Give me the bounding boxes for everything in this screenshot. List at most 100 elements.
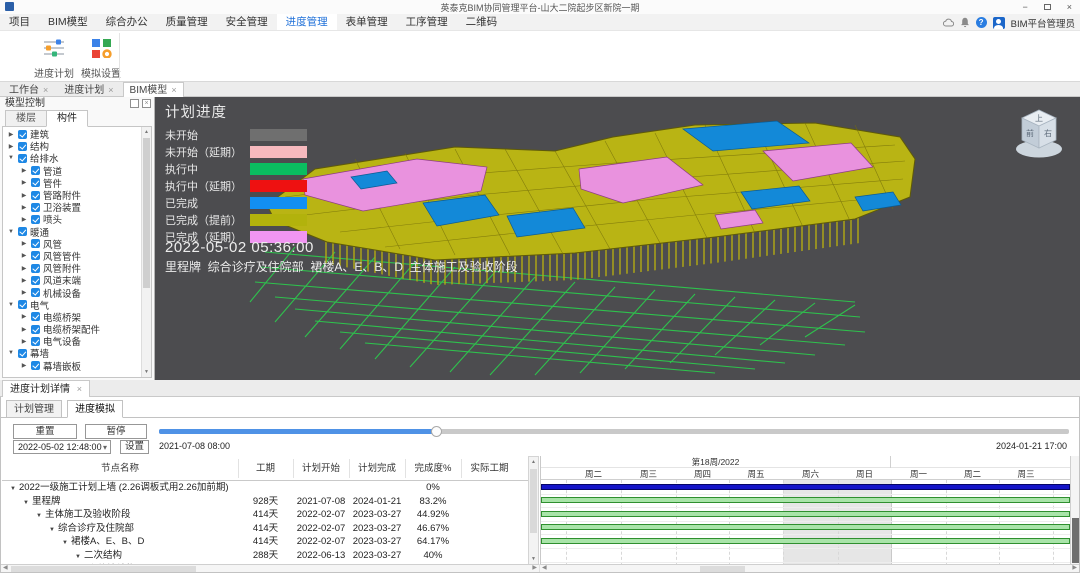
collapse-icon[interactable]: ▼: [49, 527, 55, 533]
scrollbar-thumb[interactable]: [11, 566, 196, 572]
menu-item[interactable]: BIM模型: [39, 14, 97, 30]
menu-item[interactable]: 进度管理: [277, 14, 337, 30]
scroll-left-icon[interactable]: ◀: [3, 565, 8, 572]
restore-panel-icon[interactable]: [130, 99, 139, 108]
close-window-icon[interactable]: ×: [1067, 2, 1072, 12]
tree-scrollbar[interactable]: ▲ ▼: [141, 127, 151, 377]
cube-face-right[interactable]: 右: [1044, 128, 1052, 138]
cube-face-top[interactable]: 上: [1035, 114, 1043, 123]
menu-item[interactable]: 安全管理: [217, 14, 277, 30]
collapse-icon[interactable]: ▼: [62, 540, 68, 546]
expand-icon[interactable]: ▶: [20, 167, 28, 174]
table-row[interactable]: ▼里程牌928天2021-07-082024-01-2183.2%: [2, 495, 528, 509]
collapse-icon[interactable]: ▼: [7, 155, 15, 161]
tree-node[interactable]: ▶幕墙嵌板: [3, 360, 141, 372]
expand-icon[interactable]: ▶: [20, 265, 28, 272]
checkbox-checked[interactable]: [31, 166, 40, 175]
scroll-up-icon[interactable]: ▲: [529, 457, 538, 467]
tree-node[interactable]: ▶建筑: [3, 128, 141, 140]
expand-icon[interactable]: ▶: [20, 362, 28, 369]
doc-tab[interactable]: BIM模型×: [123, 82, 184, 97]
scroll-right-icon[interactable]: ▶: [532, 565, 537, 572]
collapse-icon[interactable]: ▼: [7, 229, 15, 235]
minimize-icon[interactable]: −: [1022, 2, 1027, 12]
table-row[interactable]: ▼2022一级施工计划上墙 (2.26调板式用2.26加前期)0%: [2, 481, 528, 495]
tree-node[interactable]: ▶喷头: [3, 213, 141, 225]
tree-node[interactable]: ▶电气设备: [3, 335, 141, 347]
checkbox-checked[interactable]: [31, 276, 40, 285]
tree-node[interactable]: ▶结构: [3, 140, 141, 152]
collapse-icon[interactable]: ▼: [36, 513, 42, 519]
checkbox-checked[interactable]: [18, 300, 27, 309]
checkbox-checked[interactable]: [31, 215, 40, 224]
scroll-down-icon[interactable]: ▼: [529, 554, 538, 564]
checkbox-checked[interactable]: [31, 288, 40, 297]
doc-tab[interactable]: 进度计划×: [57, 82, 120, 97]
reset-button[interactable]: 重置: [13, 424, 77, 439]
checkbox-checked[interactable]: [18, 227, 27, 236]
tree-node[interactable]: ▶机械设备: [3, 286, 141, 298]
avatar[interactable]: [993, 17, 1005, 29]
user-name[interactable]: BIM平台管理员: [1011, 16, 1075, 30]
checkbox-checked[interactable]: [18, 130, 27, 139]
expand-icon[interactable]: ▶: [7, 131, 15, 138]
scrollbar-thumb[interactable]: [143, 138, 150, 288]
menu-item[interactable]: 二维码: [457, 14, 507, 30]
close-icon[interactable]: ×: [108, 85, 113, 95]
expand-icon[interactable]: ▶: [20, 277, 28, 284]
gantt-bar[interactable]: [541, 511, 1070, 517]
expand-icon[interactable]: ▶: [20, 204, 28, 211]
tab-progress-simulation[interactable]: 进度模拟: [67, 400, 123, 418]
checkbox-checked[interactable]: [31, 264, 40, 273]
gantt-bar[interactable]: [541, 538, 1070, 544]
help-icon[interactable]: ?: [976, 17, 987, 28]
tree-node[interactable]: ▶管道: [3, 165, 141, 177]
timeline-slider[interactable]: [159, 429, 1069, 434]
table-row[interactable]: ▼主体施工及验收阶段414天2022-02-072023-03-2744.92%: [2, 508, 528, 522]
schedule-detail-tab[interactable]: 进度计划详情 ×: [2, 380, 90, 397]
viewport-3d[interactable]: 计划进度 未开始未开始（延期）执行中执行中（延期）已完成已完成（提前）已完成（延…: [155, 97, 1080, 380]
table-row[interactable]: ▼综合诊疗及住院部414天2022-02-072023-03-2746.67%: [2, 522, 528, 536]
expand-icon[interactable]: ▶: [20, 192, 28, 199]
view-cube[interactable]: 上 前 右: [1010, 103, 1068, 161]
menu-item[interactable]: 表单管理: [337, 14, 397, 30]
scrollbar-thumb[interactable]: [1072, 518, 1079, 563]
collapse-icon[interactable]: ▼: [10, 486, 16, 492]
table-scrollbar[interactable]: ▲ ▼: [528, 456, 539, 565]
expand-icon[interactable]: ▶: [20, 313, 28, 320]
tree-node[interactable]: ▶卫浴装置: [3, 201, 141, 213]
checkbox-checked[interactable]: [31, 203, 40, 212]
checkbox-checked[interactable]: [31, 191, 40, 200]
menu-item[interactable]: 工序管理: [397, 14, 457, 30]
expand-icon[interactable]: ▶: [7, 143, 15, 150]
expand-icon[interactable]: ▶: [20, 338, 28, 345]
current-time-select[interactable]: 2022-05-02 12:48:00 ▾: [13, 440, 111, 454]
gantt-bar[interactable]: [541, 484, 1070, 490]
scrollbar-thumb[interactable]: [530, 469, 537, 533]
collapse-icon[interactable]: ▼: [23, 500, 29, 506]
column-header[interactable]: 计划开始: [293, 456, 349, 481]
table-row[interactable]: ▼裙楼A、E、B、D414天2022-02-072023-03-2764.17%: [2, 535, 528, 549]
expand-icon[interactable]: ▶: [20, 289, 28, 296]
checkbox-checked[interactable]: [18, 349, 27, 358]
menu-item[interactable]: 综合办公: [97, 14, 157, 30]
column-header[interactable]: 计划完成: [349, 456, 405, 481]
expand-icon[interactable]: ▶: [20, 216, 28, 223]
checkbox-checked[interactable]: [18, 154, 27, 163]
collapse-icon[interactable]: ▼: [7, 350, 15, 356]
checkbox-checked[interactable]: [31, 312, 40, 321]
cloud-icon[interactable]: [943, 18, 954, 27]
close-icon[interactable]: ×: [77, 384, 82, 394]
gantt-bar[interactable]: [541, 497, 1070, 503]
pause-button[interactable]: 暂停: [85, 424, 147, 439]
menu-item[interactable]: 项目: [0, 14, 39, 30]
column-header[interactable]: 实际工期: [461, 456, 518, 481]
checkbox-checked[interactable]: [31, 239, 40, 248]
checkbox-checked[interactable]: [18, 142, 27, 151]
checkbox-checked[interactable]: [31, 251, 40, 260]
settings-button[interactable]: 设置: [120, 440, 149, 454]
gantt-scrollbar[interactable]: [1070, 456, 1079, 565]
collapse-icon[interactable]: ▼: [75, 554, 81, 560]
scroll-left-icon[interactable]: ◀: [542, 565, 547, 572]
tree-node[interactable]: ▼暖通: [3, 226, 141, 238]
